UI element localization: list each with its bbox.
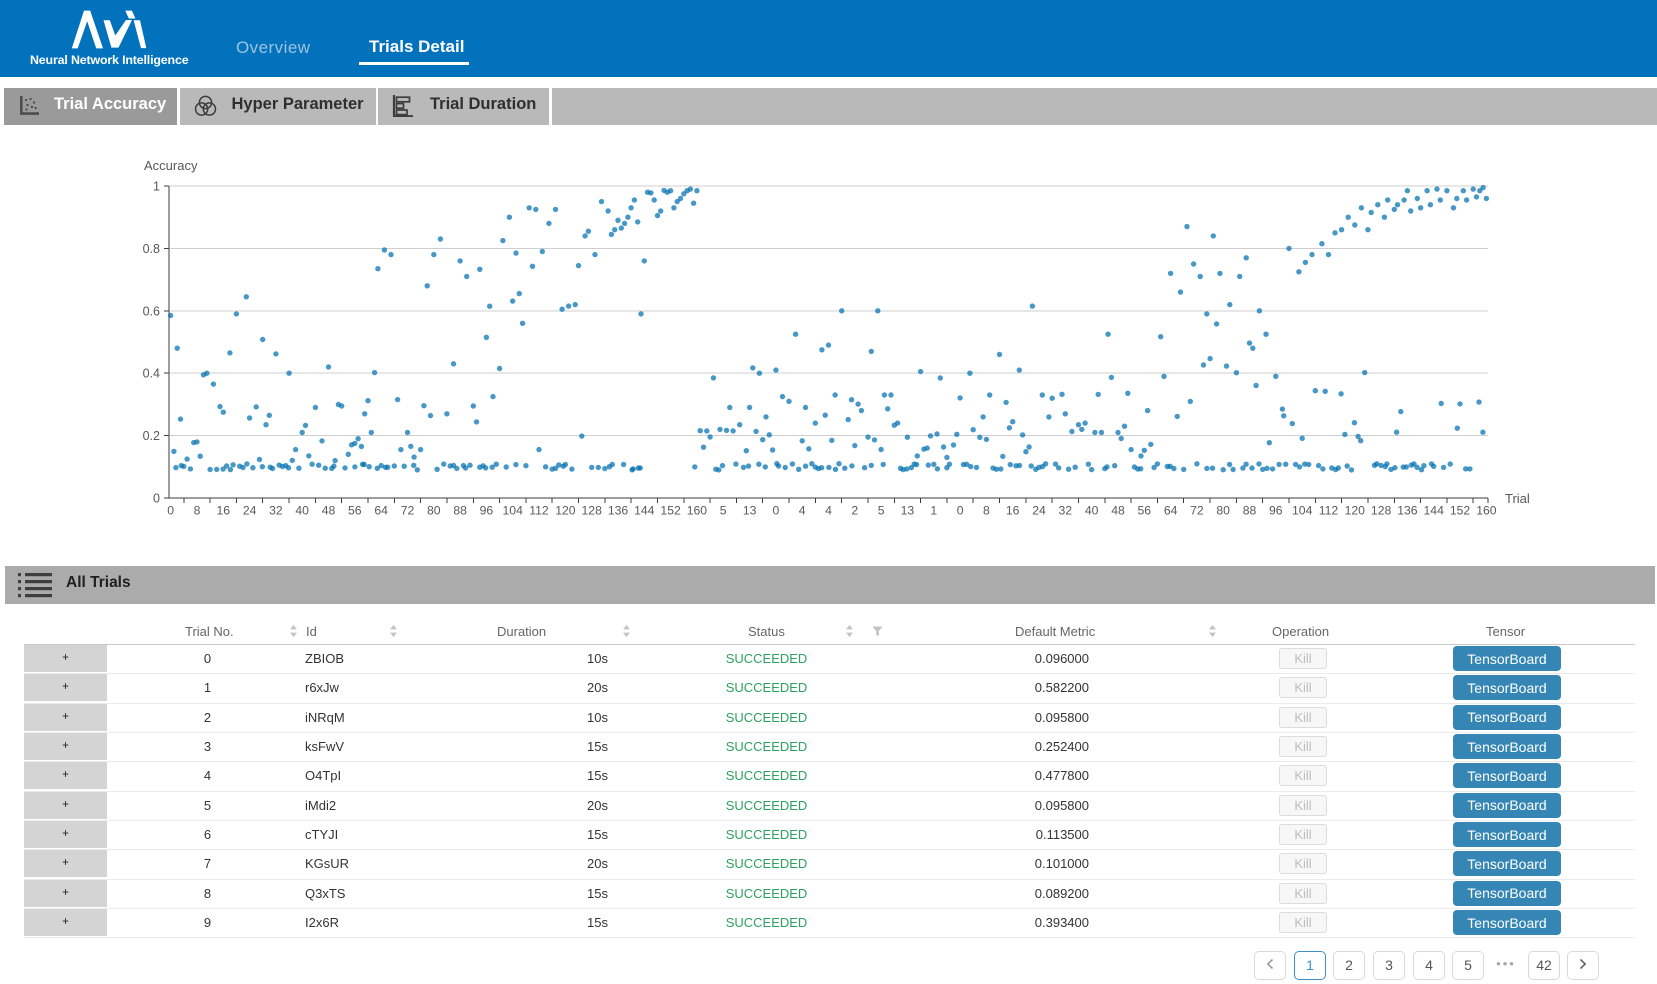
svg-text:128: 128 bbox=[1371, 504, 1392, 518]
svg-text:112: 112 bbox=[529, 504, 549, 518]
svg-text:104: 104 bbox=[503, 504, 524, 518]
svg-text:120: 120 bbox=[1345, 504, 1366, 518]
svg-text:13: 13 bbox=[743, 504, 757, 518]
svg-text:0: 0 bbox=[167, 504, 174, 518]
svg-text:2: 2 bbox=[851, 504, 858, 518]
svg-text:0.2: 0.2 bbox=[143, 429, 160, 443]
svg-text:64: 64 bbox=[374, 504, 388, 518]
svg-text:104: 104 bbox=[1292, 504, 1313, 518]
svg-text:4: 4 bbox=[825, 504, 832, 518]
svg-text:0: 0 bbox=[153, 492, 160, 506]
svg-text:96: 96 bbox=[480, 504, 494, 518]
svg-text:Trial: Trial bbox=[1505, 491, 1530, 506]
svg-text:5: 5 bbox=[720, 504, 727, 518]
svg-text:160: 160 bbox=[1476, 504, 1497, 518]
svg-text:128: 128 bbox=[582, 504, 603, 518]
svg-text:0.8: 0.8 bbox=[143, 242, 160, 256]
svg-text:4: 4 bbox=[799, 504, 806, 518]
svg-text:56: 56 bbox=[348, 504, 362, 518]
svg-text:24: 24 bbox=[243, 504, 257, 518]
svg-text:16: 16 bbox=[217, 504, 231, 518]
svg-text:72: 72 bbox=[1190, 504, 1204, 518]
svg-text:5: 5 bbox=[878, 504, 885, 518]
svg-text:24: 24 bbox=[1032, 504, 1046, 518]
svg-text:16: 16 bbox=[1006, 504, 1020, 518]
svg-text:88: 88 bbox=[1243, 504, 1257, 518]
svg-text:8: 8 bbox=[194, 504, 201, 518]
svg-text:0.6: 0.6 bbox=[143, 304, 160, 318]
svg-text:32: 32 bbox=[269, 504, 283, 518]
svg-text:88: 88 bbox=[453, 504, 467, 518]
svg-text:48: 48 bbox=[322, 504, 336, 518]
svg-text:120: 120 bbox=[555, 504, 576, 518]
svg-text:1: 1 bbox=[153, 180, 160, 194]
svg-text:112: 112 bbox=[1319, 504, 1339, 518]
svg-text:80: 80 bbox=[1216, 504, 1230, 518]
svg-text:40: 40 bbox=[295, 504, 309, 518]
svg-text:1: 1 bbox=[930, 504, 937, 518]
svg-text:40: 40 bbox=[1085, 504, 1099, 518]
svg-text:72: 72 bbox=[401, 504, 415, 518]
svg-text:144: 144 bbox=[1424, 504, 1445, 518]
svg-text:0: 0 bbox=[773, 504, 780, 518]
svg-text:136: 136 bbox=[608, 504, 629, 518]
svg-text:96: 96 bbox=[1269, 504, 1283, 518]
svg-text:56: 56 bbox=[1138, 504, 1152, 518]
svg-text:13: 13 bbox=[901, 504, 915, 518]
svg-text:136: 136 bbox=[1397, 504, 1418, 518]
svg-text:160: 160 bbox=[687, 504, 708, 518]
svg-text:152: 152 bbox=[1450, 504, 1471, 518]
svg-text:152: 152 bbox=[660, 504, 681, 518]
svg-text:0.4: 0.4 bbox=[143, 367, 160, 381]
svg-text:8: 8 bbox=[983, 504, 990, 518]
svg-text:32: 32 bbox=[1059, 504, 1073, 518]
svg-text:144: 144 bbox=[634, 504, 655, 518]
svg-text:80: 80 bbox=[427, 504, 441, 518]
svg-text:48: 48 bbox=[1111, 504, 1125, 518]
svg-text:64: 64 bbox=[1164, 504, 1178, 518]
svg-text:0: 0 bbox=[957, 504, 964, 518]
svg-text:Accuracy: Accuracy bbox=[144, 158, 198, 173]
